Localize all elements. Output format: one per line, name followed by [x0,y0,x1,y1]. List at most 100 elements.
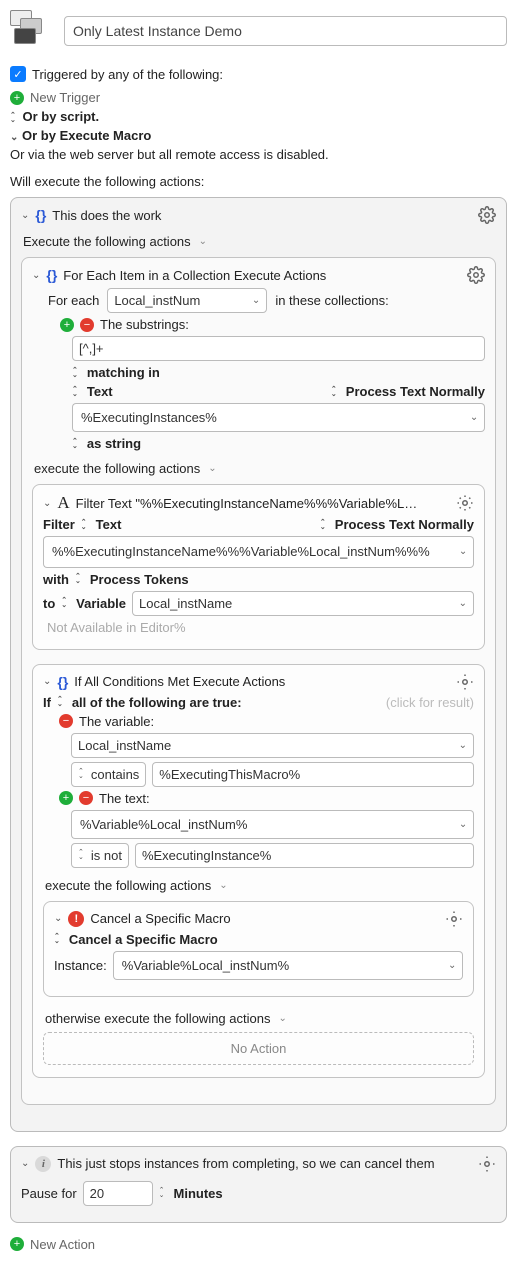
for-each-title: For Each Item in a Collection Execute Ac… [63,268,461,283]
cancel-title: Cancel a Specific Macro [90,911,439,926]
token-dropdown-button[interactable]: ⌄ [464,403,485,432]
or-by-script: Or by script. [23,109,100,124]
instance-label: Instance: [54,958,107,973]
is-not-value-input[interactable] [135,843,474,868]
updown-icon [78,850,84,860]
chevron-down-icon[interactable]: ⌄ [278,1013,286,1024]
with-label: with [43,572,69,587]
chevron-down-icon[interactable]: ⌄ [21,210,29,221]
click-for-result[interactable]: (click for result) [386,695,474,710]
group-does-the-work[interactable]: ⌄ {} This does the work Execute the foll… [10,197,507,1132]
plus-icon[interactable]: + [59,791,73,805]
braces-icon: {} [57,674,68,690]
chevron-down-icon[interactable]: ⌄ [10,132,18,143]
braces-icon: {} [35,207,46,223]
matching-in-label: matching in [87,365,160,380]
filter-label: Filter [43,517,75,532]
plus-icon[interactable]: + [60,318,74,332]
chevron-down-icon[interactable]: ⌄ [199,236,207,247]
not-available-note: Not Available in Editor% [47,620,474,635]
triggered-checkbox[interactable]: ✓ [10,66,26,82]
is-not-select[interactable]: is not [71,843,129,868]
variable-name-select[interactable]: Local_instName⌄ [71,733,474,758]
to-type: Variable [76,596,126,611]
updown-icon[interactable] [81,520,87,530]
execute-actions-label: execute the following actions [34,461,200,476]
chevron-down-icon[interactable]: ⌄ [219,880,227,891]
chevron-down-icon[interactable]: ⌄ [32,270,40,281]
in-collections-label: in these collections: [275,293,388,308]
to-variable-select[interactable]: Local_instName⌄ [132,591,474,616]
group-stops-instances[interactable]: ⌄ i This just stops instances from compl… [10,1146,507,1223]
updown-icon[interactable] [72,368,78,378]
braces-icon: {} [46,267,57,283]
contains-value-input[interactable] [152,762,474,787]
or-web-server: Or via the web server but all remote acc… [10,147,507,162]
chevron-down-icon[interactable]: ⌄ [54,913,62,924]
new-action-button[interactable]: + New Action [10,1237,507,1252]
app-icon [10,10,52,52]
updown-icon[interactable] [61,598,67,608]
gear-icon[interactable] [445,910,463,928]
gear-icon[interactable] [456,673,474,691]
filter-text-label: Text [96,517,122,532]
instance-input[interactable]: %Variable%Local_instNum% [113,951,443,980]
minus-icon[interactable]: − [79,791,93,805]
filter-source-input[interactable]: %%ExecutingInstanceName%%%Variable%Local… [43,536,453,568]
updown-icon[interactable] [75,574,81,584]
cancel-icon: ! [68,911,84,927]
updown-icon[interactable] [57,697,63,707]
minus-icon[interactable]: − [80,318,94,332]
updown-icon[interactable] [72,387,78,397]
plus-icon: + [10,91,24,105]
token-dropdown-button[interactable]: ⌄ [442,951,463,980]
if-title: If All Conditions Met Execute Actions [74,674,450,689]
chevron-down-icon[interactable]: ⌄ [43,676,51,687]
no-action-placeholder[interactable]: No Action [43,1032,474,1065]
cancel-mode: Cancel a Specific Macro [69,932,218,947]
text-source-label: Text [87,384,113,399]
new-trigger-button[interactable]: + New Trigger [10,90,507,105]
for-each-variable-select[interactable]: Local_instNum⌄ [107,288,267,313]
filter-text-action[interactable]: ⌄ A Filter Text "%%ExecutingInstanceName… [32,484,485,650]
updown-icon[interactable] [331,387,337,397]
gear-icon[interactable] [467,266,485,284]
will-execute-header: Will execute the following actions: [10,174,507,189]
as-string-label: as string [87,436,141,451]
group-title: This just stops instances from completin… [57,1156,472,1171]
if-conditions-action[interactable]: ⌄ {} If All Conditions Met Execute Actio… [32,664,485,1078]
filter-title: Filter Text "%%ExecutingInstanceName%%%V… [76,496,450,511]
minus-icon[interactable]: − [59,714,73,728]
token-dropdown-button[interactable]: ⌄ [453,810,474,839]
gear-icon[interactable] [478,1155,496,1173]
substrings-label: The substrings: [100,317,189,332]
substrings-input[interactable] [72,336,485,361]
gear-icon[interactable] [478,206,496,224]
gear-icon[interactable] [456,494,474,512]
source-text-input[interactable]: %ExecutingInstances% [72,403,464,432]
chevron-down-icon[interactable]: ⌄ [21,1158,29,1169]
otherwise-label: otherwise execute the following actions [45,1011,270,1026]
execute-actions-label: execute the following actions [45,878,211,893]
with-value: Process Tokens [90,572,189,587]
updown-icon[interactable] [10,113,16,123]
updown-icon[interactable] [54,934,60,944]
updown-icon[interactable] [320,520,326,530]
chevron-down-icon[interactable]: ⌄ [208,463,216,474]
execute-actions-label: Execute the following actions [23,234,191,249]
if-mode: all of the following are true: [72,695,242,710]
pause-value-input[interactable] [83,1181,153,1206]
cancel-macro-action[interactable]: ⌄ ! Cancel a Specific Macro Cancel a Spe… [43,901,474,997]
plus-icon: + [10,1237,24,1251]
updown-icon[interactable] [72,439,78,449]
variable-condition-label: The variable: [79,714,154,729]
pause-for-label: Pause for [21,1186,77,1201]
token-dropdown-button[interactable]: ⌄ [453,536,474,568]
to-label: to [43,596,55,611]
chevron-down-icon[interactable]: ⌄ [43,498,51,509]
text-condition-input[interactable]: %Variable%Local_instNum% [71,810,453,839]
contains-select[interactable]: contains [71,762,146,787]
macro-name-input[interactable] [64,16,507,46]
updown-icon[interactable] [159,1188,165,1198]
for-each-group[interactable]: ⌄ {} For Each Item in a Collection Execu… [21,257,496,1105]
